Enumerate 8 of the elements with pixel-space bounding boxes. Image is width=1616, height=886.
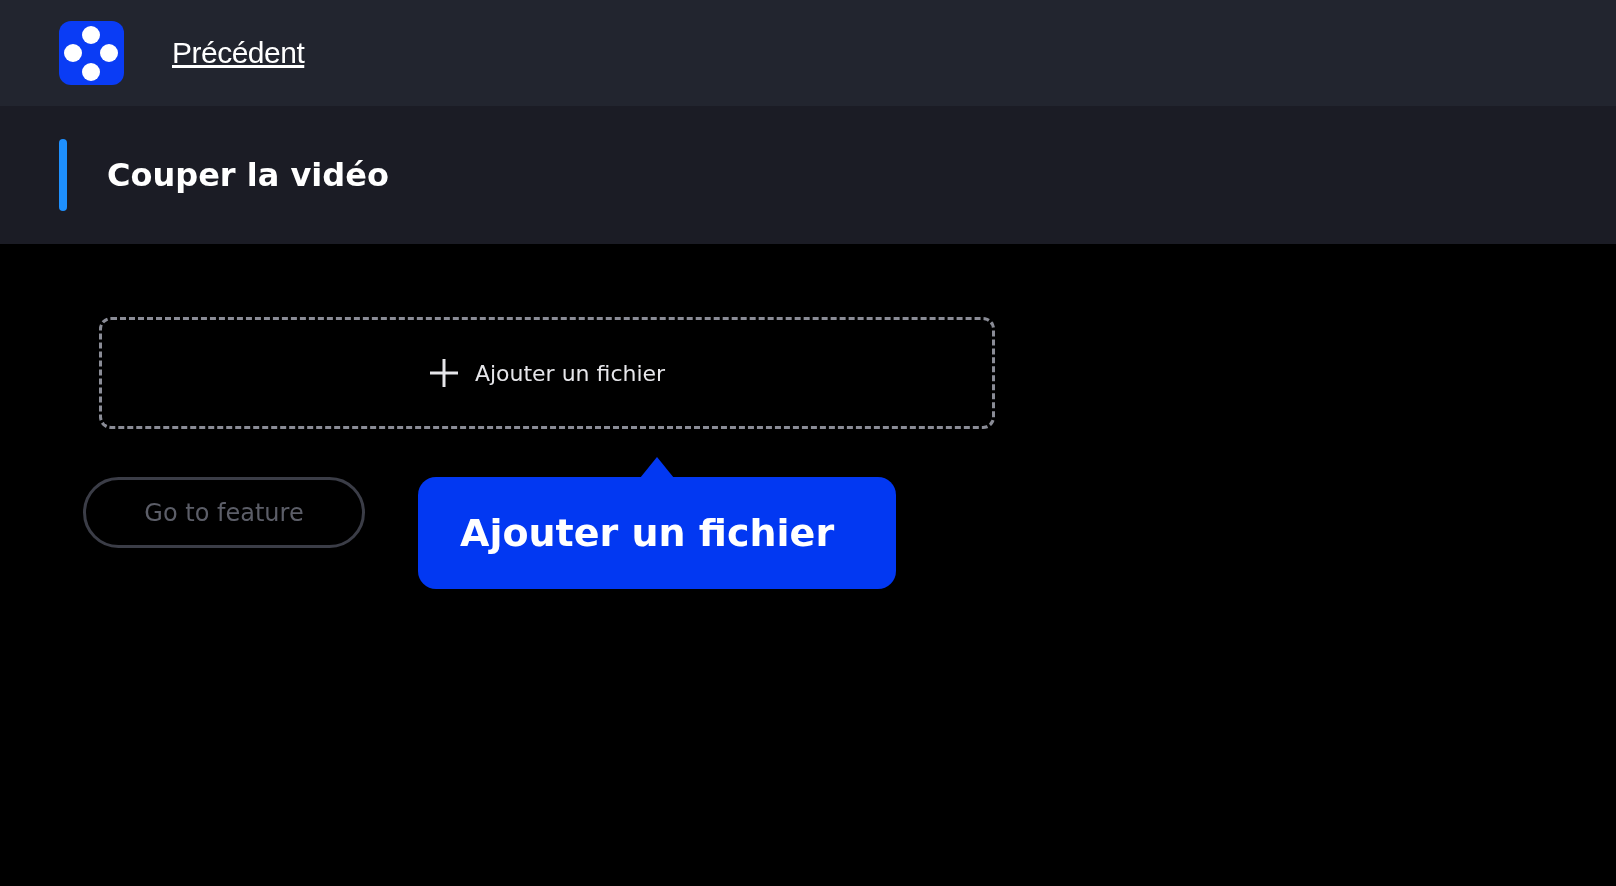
add-file-dropzone[interactable]: Ajouter un fichier (99, 317, 995, 429)
page-title: Couper la vidéo (107, 156, 389, 194)
tooltip: Ajouter un fichier (418, 477, 896, 589)
tooltip-arrow-icon (640, 457, 674, 478)
accent-bar (59, 139, 67, 211)
plus-icon (428, 358, 459, 388)
app-logo-icon[interactable] (59, 21, 124, 85)
back-link[interactable]: Précédent (172, 36, 305, 70)
